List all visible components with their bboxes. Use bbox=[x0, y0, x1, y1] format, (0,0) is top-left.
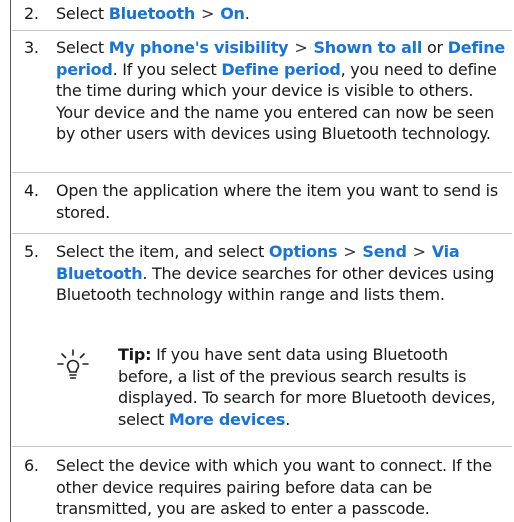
tip-text: Tip: If you have sent data using Bluetoo… bbox=[118, 345, 496, 429]
step-6: 6. Select the device with which you want… bbox=[12, 455, 512, 521]
step-text: Select the device with which you want to… bbox=[56, 456, 492, 518]
step-divider bbox=[12, 172, 512, 173]
step-text: Select My phone's visibility > Shown to al… bbox=[56, 38, 506, 143]
manual-page: 2. Select Bluetooth > On. 3. Select My pho… bbox=[0, 0, 514, 522]
shown-to-all-link[interactable]: Shown to all bbox=[314, 38, 423, 57]
step-divider bbox=[12, 30, 512, 31]
define-period-link-2[interactable]: Define period bbox=[221, 60, 341, 79]
step-number: 3. bbox=[24, 38, 39, 57]
step-3: 3. Select My phone's visibility > Shown to… bbox=[12, 37, 512, 167]
step-number: 4. bbox=[24, 181, 39, 200]
tip-label: Tip: bbox=[118, 345, 152, 364]
separator-chevron: > bbox=[412, 242, 426, 261]
more-devices-link[interactable]: More devices bbox=[169, 410, 286, 429]
step-number: 2. bbox=[24, 4, 39, 23]
tip-box: Tip: If you have sent data using Bluetoo… bbox=[56, 344, 512, 434]
step-divider bbox=[12, 446, 512, 447]
send-link[interactable]: Send bbox=[362, 242, 406, 261]
step-number: 5. bbox=[24, 242, 39, 261]
on-link[interactable]: On bbox=[220, 4, 245, 23]
step-divider bbox=[12, 233, 512, 234]
visibility-link[interactable]: My phone's visibility bbox=[109, 38, 289, 57]
lightbulb-icon bbox=[57, 349, 89, 379]
bluetooth-link[interactable]: Bluetooth bbox=[109, 4, 196, 23]
step-2: 2. Select Bluetooth > On. bbox=[12, 3, 512, 27]
separator-chevron: > bbox=[294, 38, 308, 57]
step-text: Select Bluetooth > On. bbox=[56, 4, 250, 23]
step-text: Open the application where the item you … bbox=[56, 181, 498, 222]
separator-chevron: > bbox=[343, 242, 357, 261]
separator-chevron: > bbox=[201, 4, 215, 23]
step-4: 4. Open the application where the item y… bbox=[12, 180, 512, 226]
options-link[interactable]: Options bbox=[269, 242, 338, 261]
step-number: 6. bbox=[24, 456, 39, 475]
step-text: Select the item, and select Options > Send… bbox=[56, 242, 495, 304]
step-5: 5. Select the item, and select Options > S… bbox=[12, 241, 512, 331]
margin-bar bbox=[10, 0, 11, 522]
